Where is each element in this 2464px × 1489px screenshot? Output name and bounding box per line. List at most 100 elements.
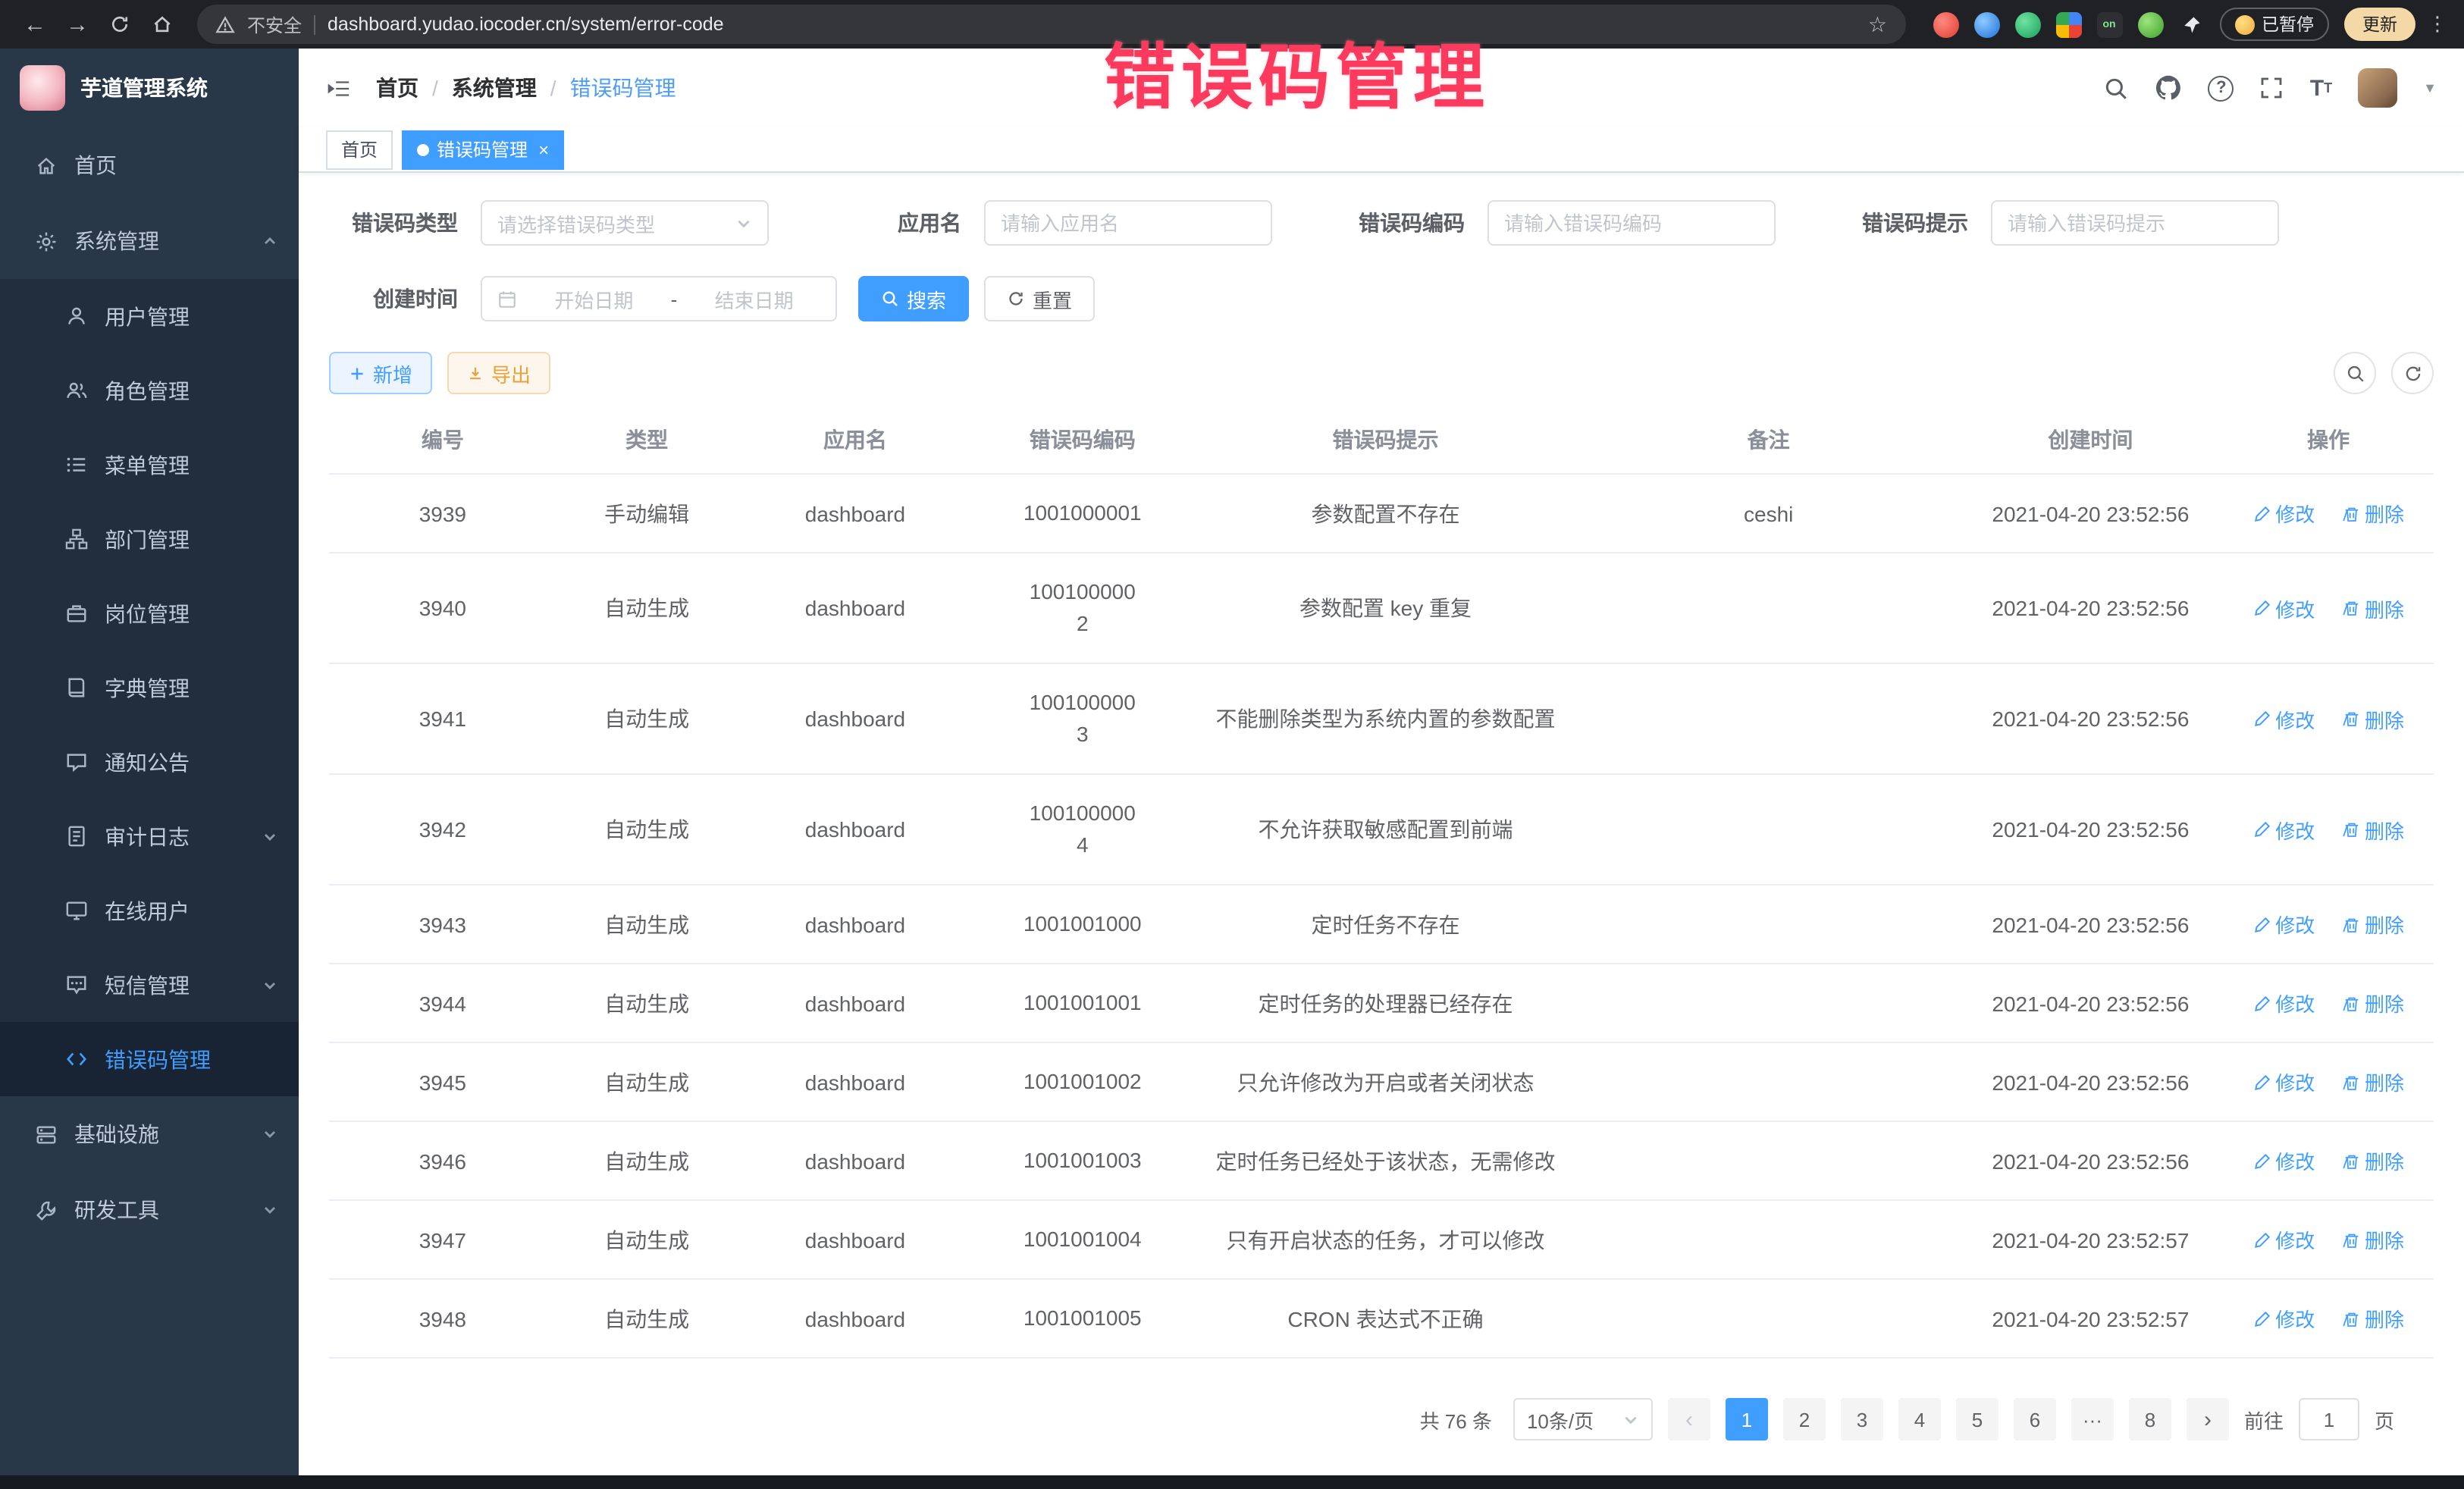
error-hint-input[interactable] xyxy=(2008,212,2262,234)
edit-link[interactable]: 修改 xyxy=(2252,815,2315,844)
browser-update-button[interactable]: 更新 xyxy=(2344,8,2415,41)
goto-page-input[interactable] xyxy=(2299,1398,2359,1440)
sidebar-item-dict[interactable]: 字典管理 xyxy=(0,650,299,725)
hamburger-icon[interactable] xyxy=(326,75,352,101)
delete-link[interactable]: 删除 xyxy=(2342,910,2404,939)
delete-link[interactable]: 删除 xyxy=(2342,989,2404,1017)
extension-icon[interactable] xyxy=(2014,11,2040,37)
extension-icon[interactable] xyxy=(1973,11,1999,37)
sidebar-item-infra[interactable]: 基础设施 xyxy=(0,1096,299,1172)
delete-link[interactable]: 删除 xyxy=(2342,499,2404,528)
delete-link[interactable]: 删除 xyxy=(2342,1304,2404,1333)
delete-link[interactable]: 删除 xyxy=(2342,815,2404,844)
tag-home[interactable]: 首页 xyxy=(326,130,393,169)
prev-page-button[interactable]: ‹ xyxy=(1668,1398,1710,1440)
app-name-input[interactable] xyxy=(1001,212,1256,234)
table-row: 3948 自动生成 dashboard 1001001005 CRON 表达式不… xyxy=(329,1279,2434,1358)
next-page-button[interactable]: › xyxy=(2187,1398,2229,1440)
forward-icon[interactable]: → xyxy=(58,5,97,44)
sidebar-item-user[interactable]: 用户管理 xyxy=(0,279,299,353)
edit-link[interactable]: 修改 xyxy=(2252,910,2315,939)
extension-icon[interactable] xyxy=(1933,11,1958,37)
add-button[interactable]: 新增 xyxy=(329,352,432,394)
delete-link[interactable]: 删除 xyxy=(2342,1146,2404,1175)
fullscreen-icon[interactable] xyxy=(2260,76,2284,100)
date-range-picker[interactable]: 开始日期 - 结束日期 xyxy=(481,276,837,321)
help-icon[interactable]: ? xyxy=(2209,75,2234,101)
page-size-select[interactable]: 10条/页 xyxy=(1513,1398,1653,1440)
delete-link[interactable]: 删除 xyxy=(2342,1067,2404,1096)
search-button[interactable]: 搜索 xyxy=(858,276,969,321)
edit-link[interactable]: 修改 xyxy=(2252,1067,2315,1096)
breadcrumb-current: 错误码管理 xyxy=(570,73,676,103)
profile-paused-chip[interactable]: 已暂停 xyxy=(2219,8,2329,41)
search-icon[interactable] xyxy=(2104,75,2130,101)
logo-row[interactable]: 芋道管理系统 xyxy=(0,49,299,127)
page-button-4[interactable]: 4 xyxy=(1898,1398,1941,1440)
export-button[interactable]: 导出 xyxy=(447,352,550,394)
sidebar-item-menu[interactable]: 菜单管理 xyxy=(0,428,299,502)
reload-icon[interactable] xyxy=(100,5,140,44)
page-button-1[interactable]: 1 xyxy=(1726,1398,1768,1440)
delete-link[interactable]: 删除 xyxy=(2342,594,2404,622)
edit-link[interactable]: 修改 xyxy=(2252,1304,2315,1333)
pin-icon[interactable] xyxy=(2178,11,2204,37)
tag-error-code[interactable]: 错误码管理 × xyxy=(402,130,564,169)
table-row: 3944 自动生成 dashboard 1001001001 定时任务的处理器已… xyxy=(329,964,2434,1042)
page-button-8[interactable]: 8 xyxy=(2129,1398,2171,1440)
edit-link[interactable]: 修改 xyxy=(2252,499,2315,528)
sidebar-item-error-code[interactable]: 错误码管理 xyxy=(0,1022,299,1096)
security-label[interactable]: 不安全 xyxy=(247,11,302,37)
error-code-input[interactable] xyxy=(1504,212,1759,234)
cell-app: dashboard xyxy=(738,1042,973,1121)
tag-label: 错误码管理 xyxy=(437,136,528,162)
page-button-5[interactable]: 5 xyxy=(1956,1398,1998,1440)
font-size-icon[interactable]: TT xyxy=(2310,77,2332,99)
browser-menu-icon[interactable]: ⋮ xyxy=(2428,12,2449,36)
github-icon[interactable] xyxy=(2155,74,2183,102)
refresh-icon-button[interactable] xyxy=(2391,352,2434,394)
back-icon[interactable]: ← xyxy=(15,5,55,44)
sidebar-item-devtools[interactable]: 研发工具 xyxy=(0,1172,299,1248)
breadcrumb-system[interactable]: 系统管理 xyxy=(452,73,537,103)
sidebar-item-online-user[interactable]: 在线用户 xyxy=(0,873,299,948)
edit-link[interactable]: 修改 xyxy=(2252,1146,2315,1175)
url-text[interactable]: dashboard.yudao.iocoder.cn/system/error-… xyxy=(328,14,1856,35)
delete-link[interactable]: 删除 xyxy=(2342,704,2404,733)
sidebar-item-system[interactable]: 系统管理 xyxy=(0,203,299,279)
cell-remark: ceshi xyxy=(1579,474,1958,553)
sidebar-item-dept[interactable]: 部门管理 xyxy=(0,502,299,576)
chevron-down-icon[interactable]: ▼ xyxy=(2423,80,2437,96)
breadcrumb-home[interactable]: 首页 xyxy=(376,73,419,103)
sidebar-item-home[interactable]: 首页 xyxy=(0,127,299,203)
delete-link[interactable]: 删除 xyxy=(2342,1225,2404,1254)
sidebar-item-role[interactable]: 角色管理 xyxy=(0,353,299,428)
page-button-3[interactable]: 3 xyxy=(1841,1398,1883,1440)
close-icon[interactable]: × xyxy=(538,139,549,160)
page-button-2[interactable]: 2 xyxy=(1783,1398,1826,1440)
edit-link[interactable]: 修改 xyxy=(2252,1225,2315,1254)
edit-link-label: 修改 xyxy=(2275,1304,2315,1333)
chevron-down-icon xyxy=(735,215,752,231)
extension-icon[interactable] xyxy=(2137,11,2163,37)
avatar[interactable] xyxy=(2358,68,2397,108)
page-button-6[interactable]: 6 xyxy=(2014,1398,2056,1440)
reset-button-label: 重置 xyxy=(1033,284,1072,313)
reset-button[interactable]: 重置 xyxy=(984,276,1095,321)
edit-link[interactable]: 修改 xyxy=(2252,594,2315,622)
sidebar-item-sms[interactable]: 短信管理 xyxy=(0,948,299,1022)
more-pages-button[interactable]: ··· xyxy=(2071,1398,2114,1440)
cell-code: 1001001000 xyxy=(973,885,1192,964)
extension-icon[interactable] xyxy=(2055,11,2081,37)
address-bar[interactable]: 不安全 dashboard.yudao.iocoder.cn/system/er… xyxy=(197,5,1905,44)
error-type-select[interactable]: 请选择错误码类型 xyxy=(481,200,769,246)
sidebar-item-notice[interactable]: 通知公告 xyxy=(0,725,299,799)
extension-icon[interactable]: on xyxy=(2096,11,2122,37)
sidebar-item-audit-log[interactable]: 审计日志 xyxy=(0,799,299,873)
bookmark-star-icon[interactable]: ☆ xyxy=(1868,11,1887,37)
home-button-icon[interactable] xyxy=(143,5,182,44)
sidebar-item-post[interactable]: 岗位管理 xyxy=(0,576,299,650)
edit-link[interactable]: 修改 xyxy=(2252,989,2315,1017)
edit-link[interactable]: 修改 xyxy=(2252,704,2315,733)
show-search-icon-button[interactable] xyxy=(2334,352,2376,394)
